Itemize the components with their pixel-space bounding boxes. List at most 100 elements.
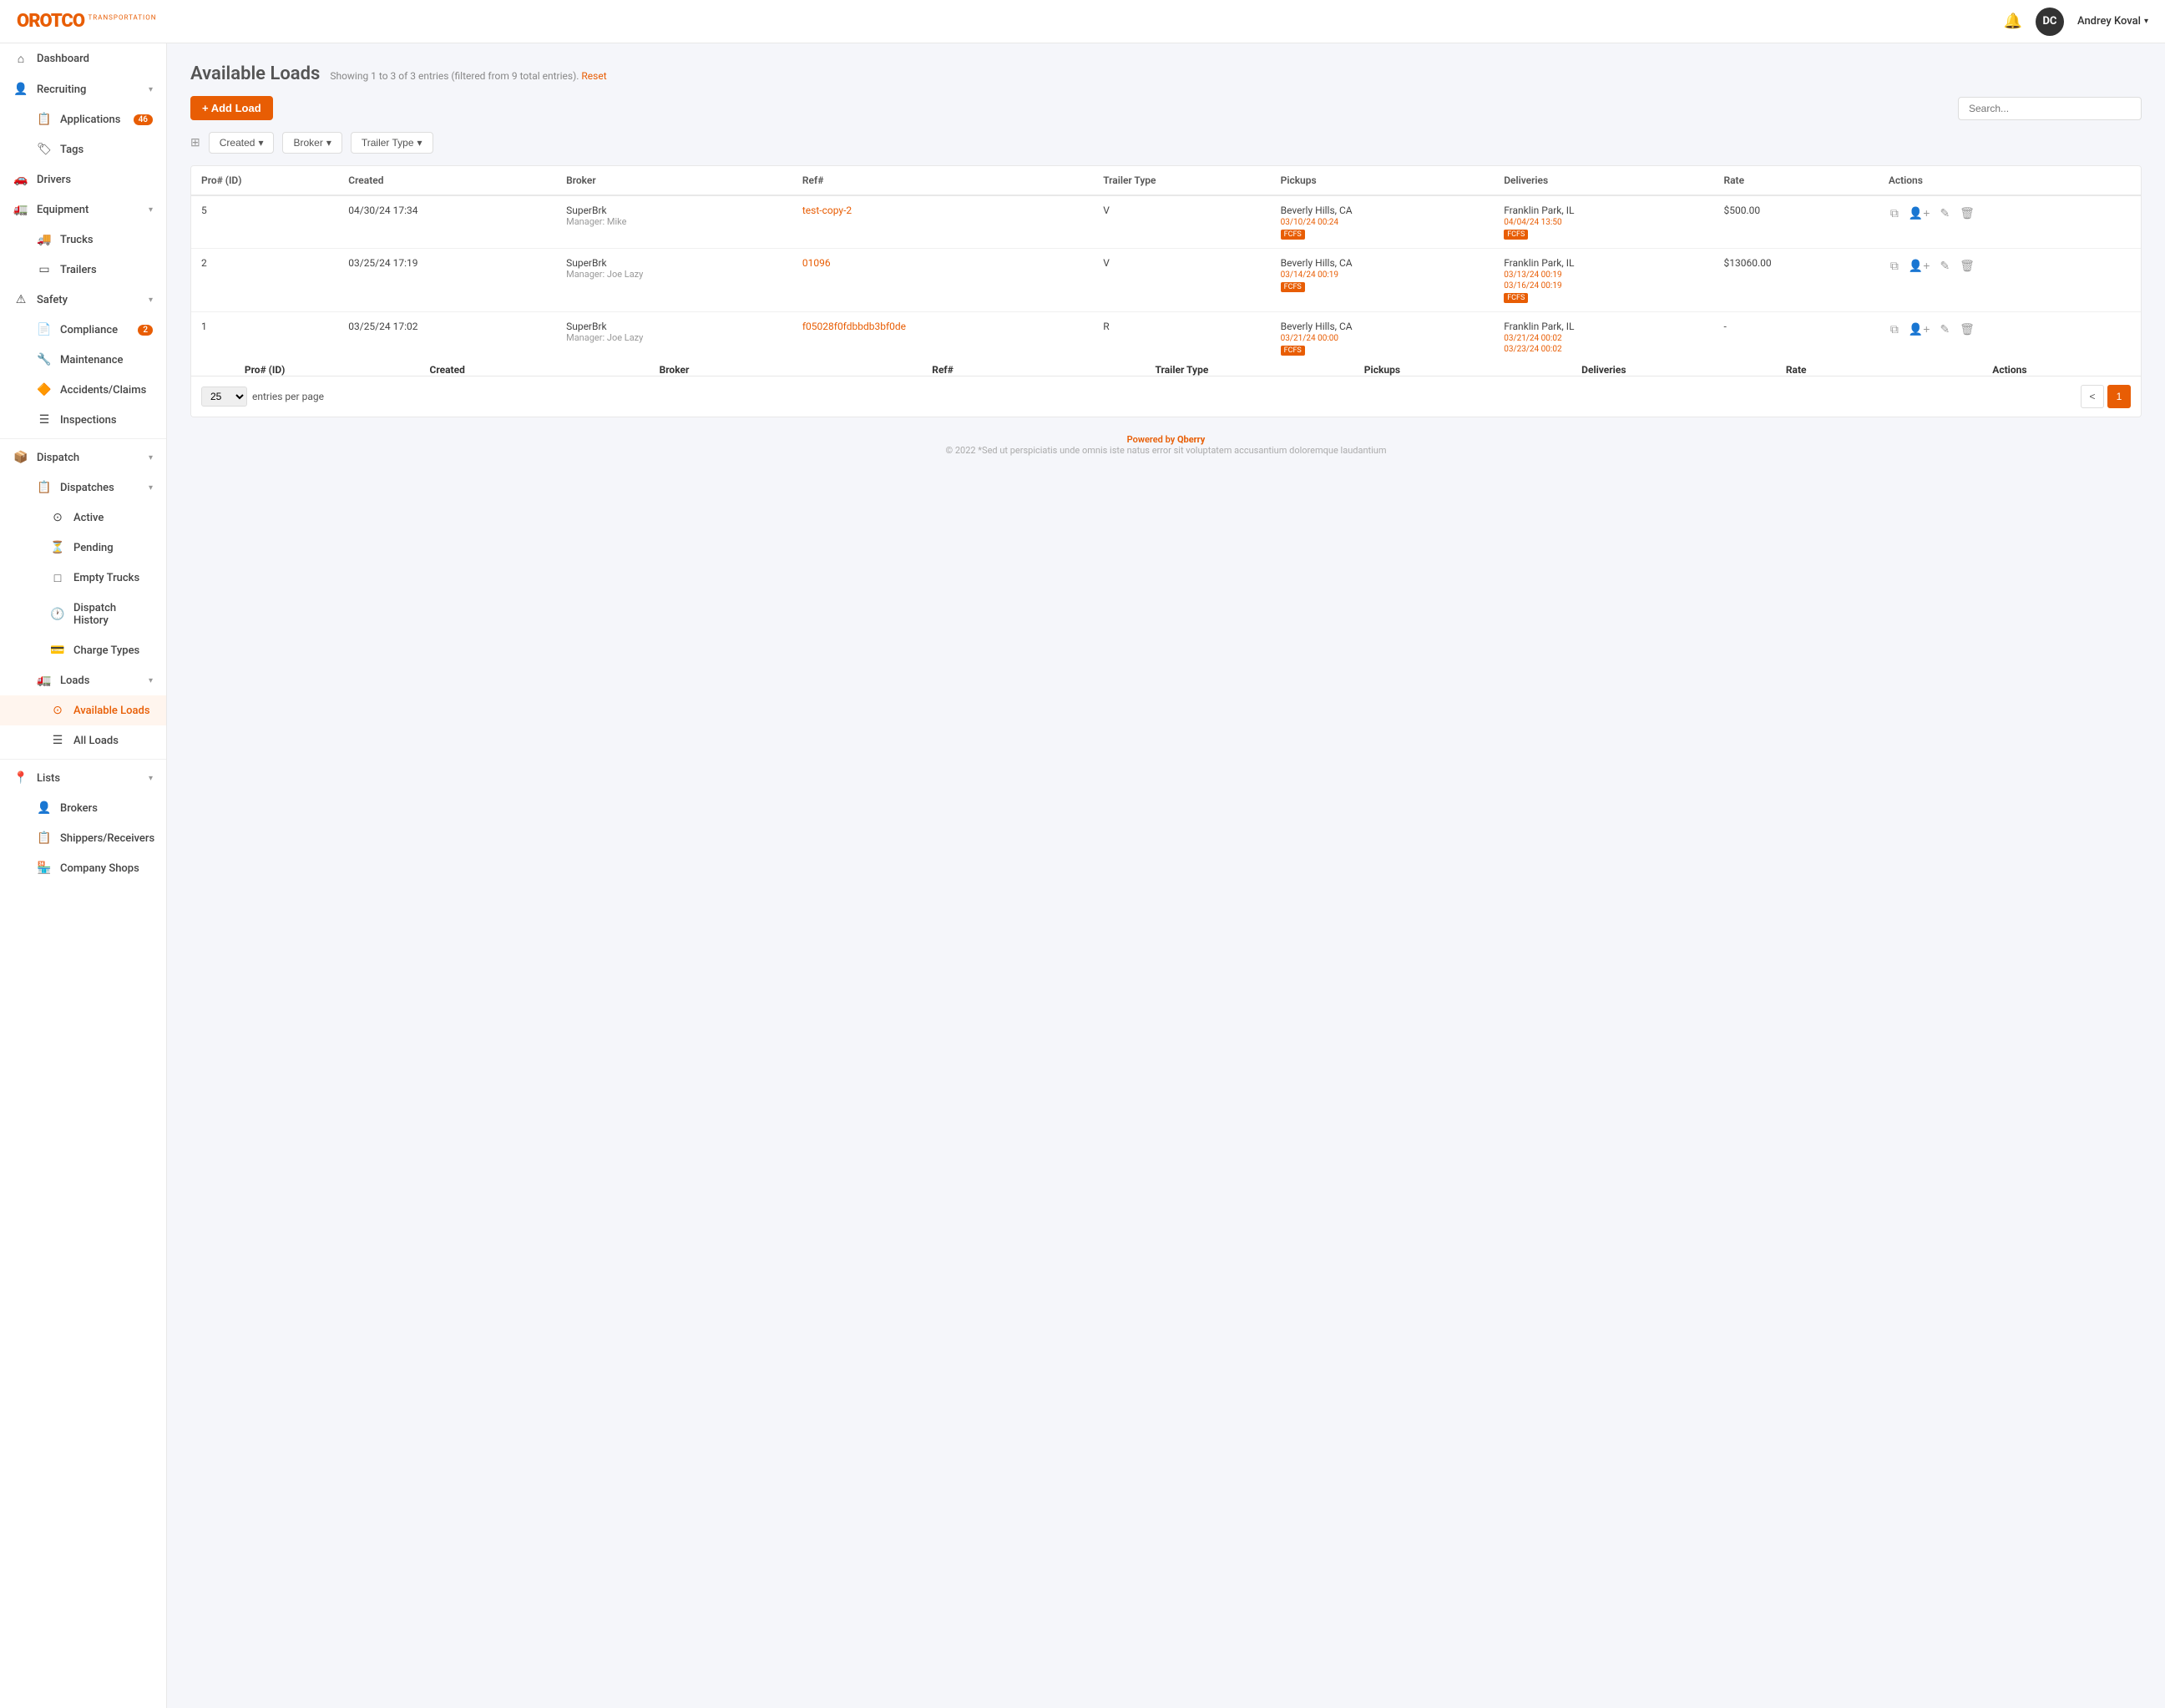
sidebar-item-applications[interactable]: 📋 Applications 46 [0, 104, 166, 134]
sidebar-item-dispatch[interactable]: 📦 Dispatch ▾ [0, 442, 166, 472]
chevron-down-icon: ▾ [149, 205, 153, 215]
sidebar-item-trucks[interactable]: 🚚 Trucks [0, 225, 166, 255]
available-loads-icon: ⊙ [50, 704, 65, 717]
assign-button[interactable]: 👤+ [1907, 205, 1932, 222]
main-content: Available Loads Showing 1 to 3 of 3 entr… [167, 43, 2165, 1708]
sidebar-item-recruiting[interactable]: 👤 Recruiting ▾ [0, 74, 166, 104]
compliance-badge: 2 [138, 325, 153, 336]
page-1-button[interactable]: 1 [2107, 385, 2131, 408]
sidebar-item-lists[interactable]: 📍 Lists ▾ [0, 763, 166, 793]
toolbar: + Add Load [190, 96, 2142, 120]
cell-created: 04/30/24 17:34 [338, 195, 556, 249]
inspections-icon: ☰ [37, 413, 52, 427]
sidebar-item-charge-types[interactable]: 💳 Charge Types [0, 635, 166, 665]
sidebar-item-accidents[interactable]: 🔶 Accidents/Claims [0, 375, 166, 405]
ref-link[interactable]: 01096 [802, 257, 831, 269]
actions-group: ⧉ 👤+ ✎ 🗑 [1889, 205, 2131, 222]
filter-created[interactable]: Created ▾ [209, 132, 275, 154]
delivery-date: 04/04/24 13:50 [1504, 218, 1703, 227]
user-name[interactable]: Andrey Koval ▾ [2077, 15, 2148, 28]
table-header-row: Pro# (ID) Created Broker Ref# Trailer Ty… [191, 166, 2141, 195]
all-loads-icon: ☰ [50, 734, 65, 747]
delete-button[interactable]: 🗑 [1958, 257, 1976, 275]
copy-button[interactable]: ⧉ [1889, 257, 1900, 275]
notification-bell-icon[interactable]: 🔔 [2004, 13, 2022, 30]
cell-ref: 01096 [792, 249, 1093, 312]
copy-button[interactable]: ⧉ [1889, 321, 1900, 338]
add-load-button[interactable]: + Add Load [190, 96, 273, 120]
foot-col-actions: Actions [1879, 364, 2141, 376]
chevron-down-icon: ▾ [149, 296, 153, 305]
broker-manager: Manager: Mike [566, 216, 782, 227]
cell-ref: test-copy-2 [792, 195, 1093, 249]
cell-deliveries: Franklin Park, IL 03/21/24 00:02 03/23/2… [1494, 312, 1713, 365]
table-footer-bar: 25 50 100 entries per page < 1 [191, 376, 2141, 417]
sidebar-item-label: Recruiting [37, 83, 86, 96]
edit-button[interactable]: ✎ [1938, 321, 1951, 338]
cell-broker: SuperBrk Manager: Joe Lazy [556, 249, 792, 312]
assign-button[interactable]: 👤+ [1907, 257, 1932, 275]
entries-select[interactable]: 25 50 100 [201, 387, 247, 407]
sidebar-item-maintenance[interactable]: 🔧 Maintenance [0, 345, 166, 375]
cell-deliveries: Franklin Park, IL 04/04/24 13:50 FCFS [1494, 195, 1713, 249]
sidebar-item-compliance[interactable]: 📄 Compliance 2 [0, 315, 166, 345]
sidebar-item-tags[interactable]: 🏷 Tags [0, 134, 166, 164]
delete-button[interactable]: 🗑 [1958, 205, 1976, 222]
sidebar-item-dispatches[interactable]: 📋 Dispatches ▾ [0, 472, 166, 503]
sidebar-item-label: Equipment [37, 204, 89, 216]
chevron-down-icon: ▾ [258, 137, 263, 149]
sidebar-item-safety[interactable]: ⚠ Safety ▾ [0, 285, 166, 315]
trailers-icon: ▭ [37, 263, 52, 276]
col-broker: Broker [556, 166, 792, 195]
sidebar-item-brokers[interactable]: 👤 Brokers [0, 793, 166, 823]
sidebar-item-inspections[interactable]: ☰ Inspections [0, 405, 166, 435]
powered-by: Powered by Qberry [207, 434, 2125, 445]
lists-icon: 📍 [13, 771, 28, 785]
sidebar-item-pending[interactable]: ⏳ Pending [0, 533, 166, 563]
ref-link[interactable]: f05028f0fdbbdb3bf0de [802, 321, 906, 332]
sidebar-item-empty-trucks[interactable]: □ Empty Trucks [0, 563, 166, 594]
sidebar-item-shippers[interactable]: 📋 Shippers/Receivers [0, 823, 166, 853]
sidebar-item-drivers[interactable]: 🚗 Drivers [0, 164, 166, 195]
foot-col-ref: Ref# [792, 364, 1093, 376]
edit-button[interactable]: ✎ [1938, 205, 1951, 222]
sidebar-item-label: Shippers/Receivers [60, 832, 154, 845]
copy-button[interactable]: ⧉ [1889, 205, 1900, 222]
filter-trailer-type[interactable]: Trailer Type ▾ [351, 132, 433, 154]
reset-link[interactable]: Reset [581, 70, 606, 82]
sidebar-item-active[interactable]: ⊙ Active [0, 503, 166, 533]
sidebar-item-equipment[interactable]: 🚛 Equipment ▾ [0, 195, 166, 225]
sidebar-item-label: Drivers [37, 174, 71, 186]
sidebar-item-label: Dashboard [37, 53, 89, 65]
table-row: 5 04/30/24 17:34 SuperBrk Manager: Mike … [191, 195, 2141, 249]
assign-button[interactable]: 👤+ [1907, 321, 1932, 338]
sidebar-item-company-shops[interactable]: 🏪 Company Shops [0, 853, 166, 883]
sidebar: ⌂ Dashboard 👤 Recruiting ▾ 📋 Application… [0, 43, 167, 1708]
pickup-date: 03/21/24 00:00 [1281, 334, 1485, 343]
sidebar-item-dispatch-history[interactable]: 🕐 Dispatch History [0, 594, 166, 635]
prev-page-button[interactable]: < [2081, 385, 2104, 408]
page-footer: Powered by Qberry © 2022 *Sed ut perspic… [190, 417, 2142, 472]
delete-button[interactable]: 🗑 [1958, 321, 1976, 338]
ref-link[interactable]: test-copy-2 [802, 205, 852, 216]
sidebar-item-label: Available Loads [73, 705, 150, 717]
edit-button[interactable]: ✎ [1938, 257, 1951, 275]
sidebar-item-label: Dispatches [60, 482, 114, 494]
filter-broker[interactable]: Broker ▾ [282, 132, 341, 154]
sidebar-item-label: Inspections [60, 414, 117, 427]
foot-col-trailer-type: Trailer Type [1093, 364, 1270, 376]
sidebar-item-all-loads[interactable]: ☰ All Loads [0, 725, 166, 755]
sidebar-item-loads[interactable]: 🚛 Loads ▾ [0, 665, 166, 695]
sidebar-item-available-loads[interactable]: ⊙ Available Loads [0, 695, 166, 725]
pickup-city: Beverly Hills, CA [1281, 205, 1485, 216]
page-subtitle: Showing 1 to 3 of 3 entries (filtered fr… [330, 70, 606, 82]
header-right: 🔔 DC Andrey Koval ▾ [2004, 8, 2148, 36]
search-input[interactable] [1958, 97, 2142, 120]
sidebar-item-label: Compliance [60, 324, 118, 336]
sidebar-item-label: Company Shops [60, 862, 139, 875]
sidebar-item-label: Charge Types [73, 644, 139, 657]
sidebar-item-trailers[interactable]: ▭ Trailers [0, 255, 166, 285]
equipment-icon: 🚛 [13, 203, 28, 216]
sidebar-item-dashboard[interactable]: ⌂ Dashboard [0, 43, 166, 74]
cell-actions: ⧉ 👤+ ✎ 🗑 [1879, 312, 2141, 365]
